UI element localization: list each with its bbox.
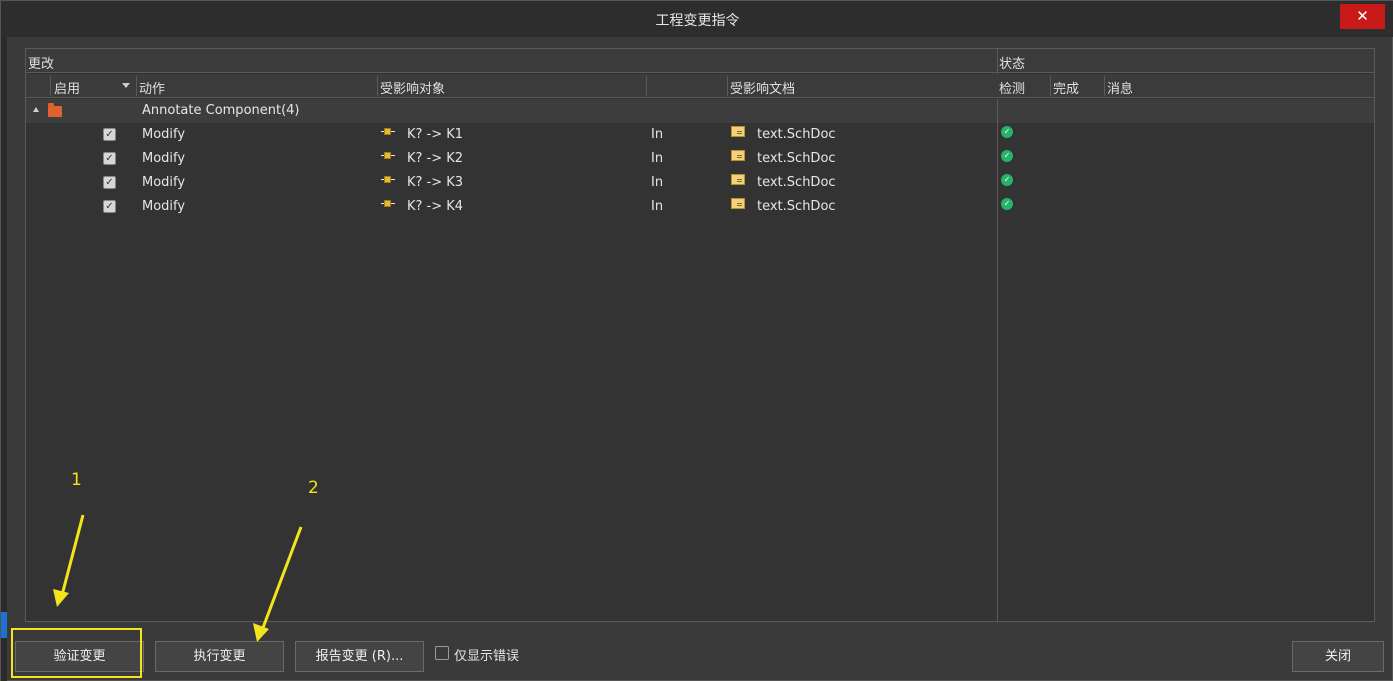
- annotation-arrow-2: [259, 526, 303, 634]
- engineering-change-order-dialog: 工程变更指令 ✕ 更改 状态 启用 动作 受影响对象 受影响文档 检测 完成 消…: [0, 0, 1393, 681]
- annotation-arrowhead-2: [253, 623, 269, 642]
- annotation-arrow-1: [59, 514, 85, 600]
- annotation-arrows: [53, 514, 303, 642]
- annotation-arrowhead-1: [53, 589, 69, 607]
